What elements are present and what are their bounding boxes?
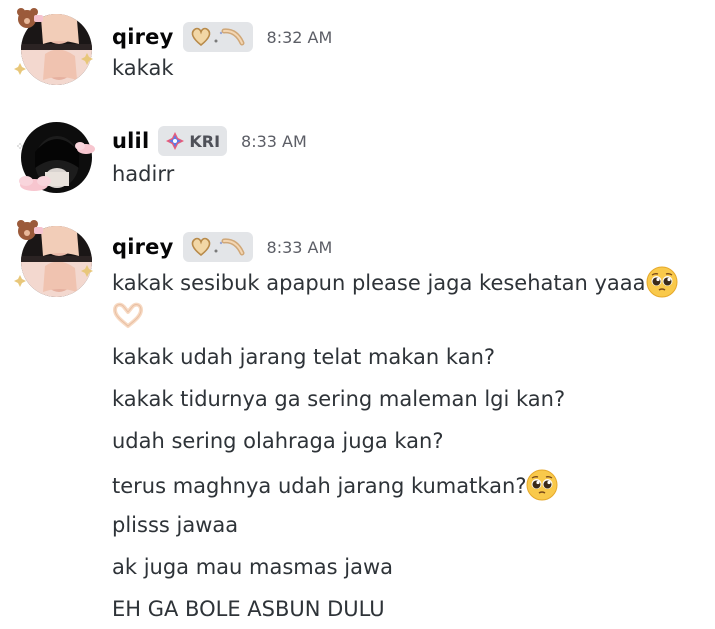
avatar-image (21, 122, 92, 193)
heart-ring-badge-icon (191, 27, 245, 47)
avatar-image (21, 14, 92, 85)
user-badge[interactable] (182, 232, 253, 262)
avatar[interactable] (14, 7, 96, 89)
message-text: ak juga mau masmas jawa (112, 555, 393, 579)
timestamp: 8:33 AM (241, 131, 307, 151)
avatar[interactable] (14, 115, 96, 197)
pleading-face-icon (526, 469, 558, 501)
avatar[interactable] (14, 219, 96, 301)
heart-ring-badge-icon (191, 237, 245, 257)
message-text-content: kakak sesibuk apapun please jaga kesehat… (112, 271, 646, 295)
timestamp: 8:32 AM (266, 27, 333, 47)
message-text: terus maghnya udah jarang kumatkan? (112, 469, 558, 501)
message-group: ulil KRI 8:33 AM hadirr (0, 122, 715, 202)
heart-hands-icon (113, 302, 143, 328)
user-badge[interactable] (182, 22, 253, 52)
message-text: udah sering olahraga juga kan? (112, 429, 444, 453)
message-text: kakak (112, 56, 174, 80)
username[interactable]: qirey (112, 25, 174, 49)
message-group: qirey 8:32 AM kakak (0, 8, 715, 96)
message-emoji (112, 300, 144, 332)
message-text: hadirr (112, 162, 175, 186)
avatar-image (21, 226, 92, 297)
message-text: plisss jawaa (112, 513, 239, 537)
user-badge[interactable]: KRI (158, 126, 228, 156)
message-header: qirey 8:33 AM (112, 228, 332, 266)
timestamp: 8:33 AM (266, 237, 333, 257)
message-header: ulil KRI 8:33 AM (112, 122, 307, 160)
badge-label: KRI (189, 131, 221, 151)
username[interactable]: ulil (112, 129, 149, 153)
message-text: EH GA BOLE ASBUN DULU (112, 597, 385, 621)
pleading-face-icon (646, 266, 678, 298)
message-header: qirey 8:32 AM (112, 18, 332, 56)
username[interactable]: qirey (112, 235, 174, 259)
message-text: kakak sesibuk apapun please jaga kesehat… (112, 266, 678, 298)
message-text-content: terus maghnya udah jarang kumatkan? (112, 474, 527, 498)
sparkle-diamond-badge-icon (166, 132, 185, 150)
message-group: qirey 8:33 AM kakak sesibuk apapun pleas… (0, 220, 715, 628)
message-text: kakak tidurnya ga sering maleman lgi kan… (112, 387, 566, 411)
message-text: kakak udah jarang telat makan kan? (112, 345, 496, 369)
